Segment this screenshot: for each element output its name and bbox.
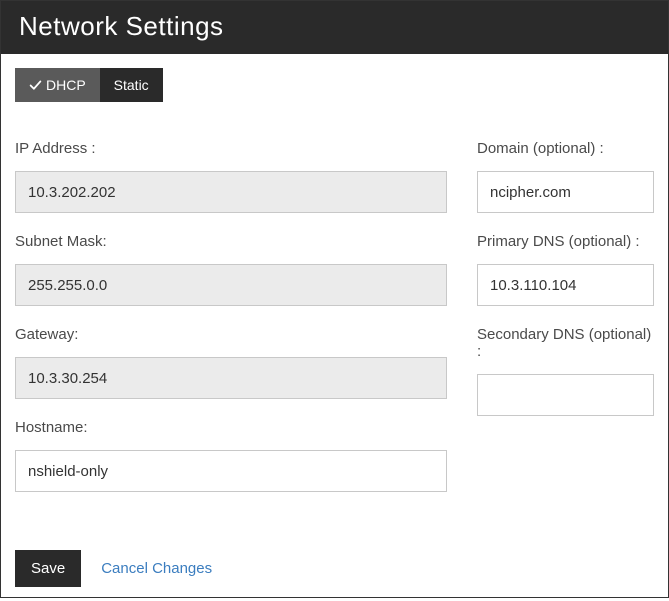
field-domain: Domain (optional) : xyxy=(477,140,654,213)
field-subnet-mask: Subnet Mask: xyxy=(15,233,447,306)
input-hostname[interactable] xyxy=(15,450,447,492)
input-subnet-mask[interactable] xyxy=(15,264,447,306)
tab-dhcp[interactable]: DHCP xyxy=(15,68,100,102)
input-primary-dns[interactable] xyxy=(477,264,654,306)
form-grid: IP Address : Subnet Mask: Gateway: Hostn… xyxy=(15,140,654,512)
field-gateway: Gateway: xyxy=(15,326,447,399)
field-hostname: Hostname: xyxy=(15,419,447,492)
input-gateway[interactable] xyxy=(15,357,447,399)
input-ip-address[interactable] xyxy=(15,171,447,213)
left-column: IP Address : Subnet Mask: Gateway: Hostn… xyxy=(15,140,447,512)
page-title: Network Settings xyxy=(19,11,650,42)
label-gateway: Gateway: xyxy=(15,326,447,343)
actions-row: Save Cancel Changes xyxy=(15,550,654,587)
tab-static[interactable]: Static xyxy=(100,68,163,102)
label-domain: Domain (optional) : xyxy=(477,140,654,157)
label-ip-address: IP Address : xyxy=(15,140,447,157)
check-icon xyxy=(29,79,42,92)
tab-dhcp-label: DHCP xyxy=(46,77,86,93)
input-secondary-dns[interactable] xyxy=(477,374,654,416)
field-ip-address: IP Address : xyxy=(15,140,447,213)
field-secondary-dns: Secondary DNS (optional) : xyxy=(477,326,654,416)
input-domain[interactable] xyxy=(477,171,654,213)
label-secondary-dns: Secondary DNS (optional) : xyxy=(477,326,654,360)
right-column: Domain (optional) : Primary DNS (optiona… xyxy=(477,140,654,512)
field-primary-dns: Primary DNS (optional) : xyxy=(477,233,654,306)
label-subnet-mask: Subnet Mask: xyxy=(15,233,447,250)
content-area: DHCP Static IP Address : Subnet Mask: Ga… xyxy=(1,54,668,601)
label-hostname: Hostname: xyxy=(15,419,447,436)
mode-tab-group: DHCP Static xyxy=(15,68,163,102)
save-button[interactable]: Save xyxy=(15,550,81,587)
tab-static-label: Static xyxy=(114,77,149,93)
page-header: Network Settings xyxy=(1,1,668,54)
label-primary-dns: Primary DNS (optional) : xyxy=(477,233,654,250)
cancel-link[interactable]: Cancel Changes xyxy=(101,560,212,577)
